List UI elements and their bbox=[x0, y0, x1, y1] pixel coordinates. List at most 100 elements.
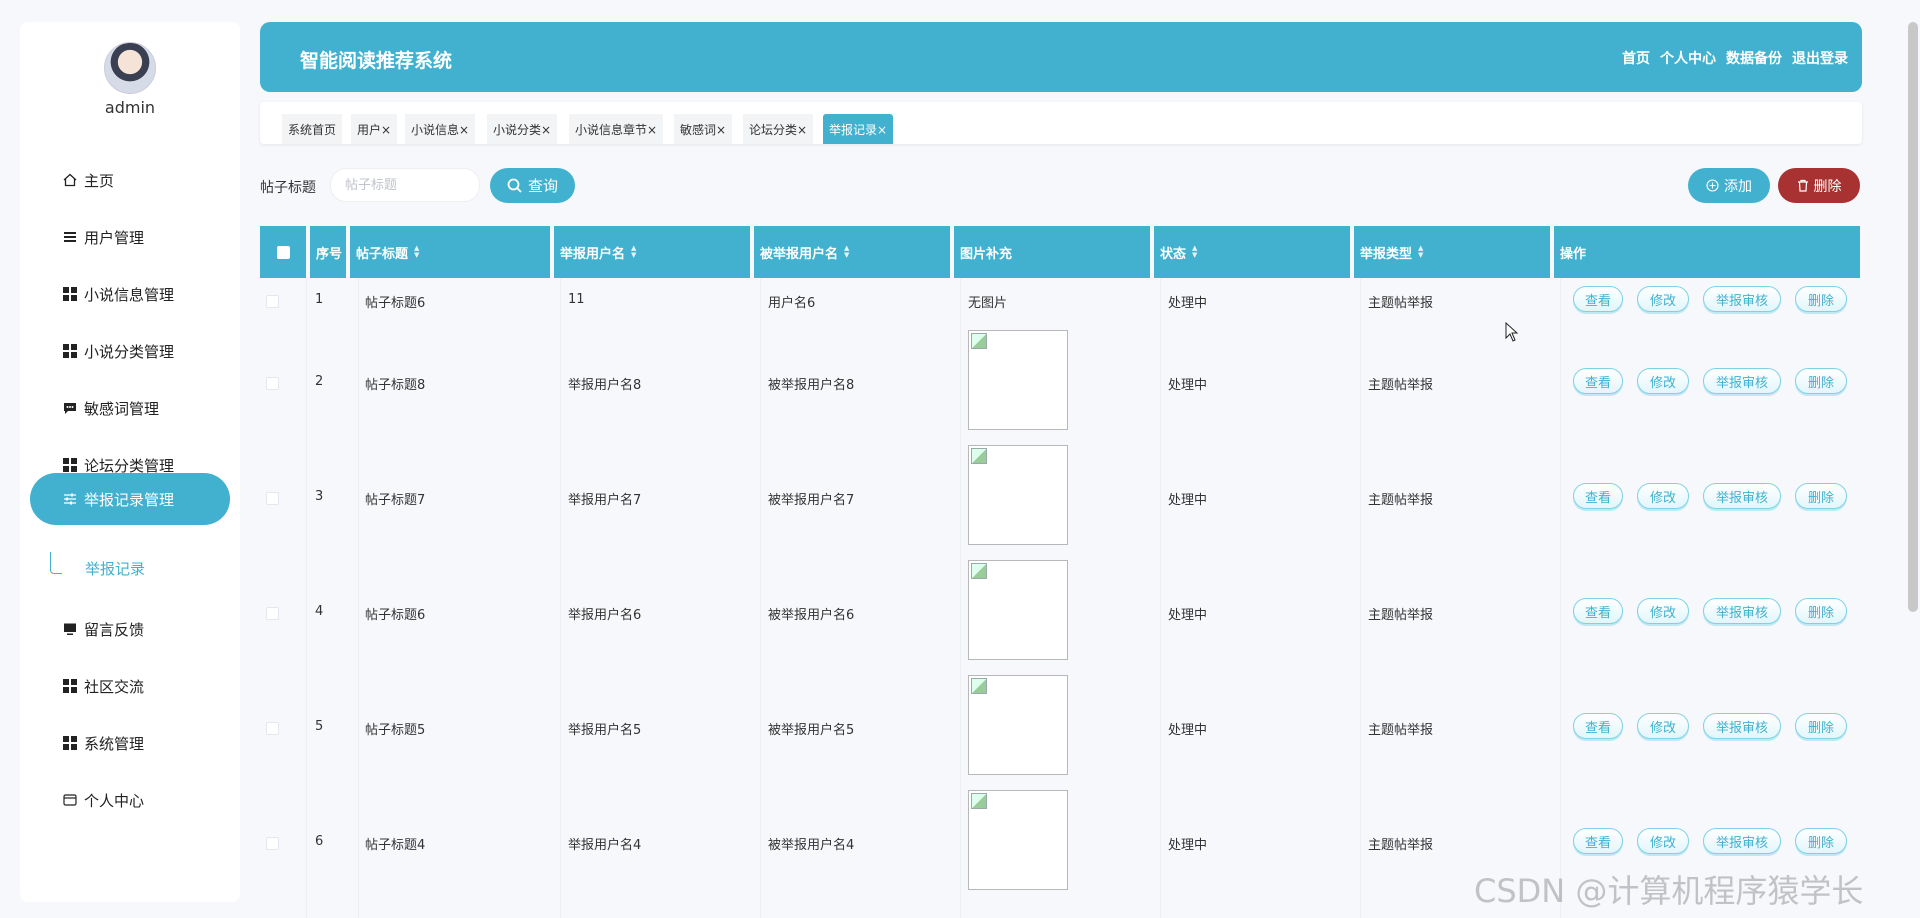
monitor-icon bbox=[62, 621, 78, 637]
column-header-image: 图片补充 bbox=[954, 226, 1150, 278]
edit-button[interactable]: 修改 bbox=[1637, 828, 1689, 854]
column-header-reporter[interactable]: 举报用户名 ▲ ▼ bbox=[554, 226, 750, 278]
header-link-profile[interactable]: 个人中心 bbox=[1660, 48, 1716, 68]
column-header-status[interactable]: 状态 ▲ ▼ bbox=[1154, 226, 1350, 278]
tab-novel-chapter[interactable]: 小说信息章节× bbox=[569, 114, 664, 144]
header-select-all[interactable] bbox=[260, 226, 306, 278]
sidebar-item-novel-category[interactable]: 小说分类管理 bbox=[30, 325, 230, 377]
row-checkbox[interactable] bbox=[266, 377, 279, 390]
edit-button[interactable]: 修改 bbox=[1637, 483, 1689, 509]
vertical-scrollbar[interactable] bbox=[1908, 22, 1918, 612]
edit-button[interactable]: 修改 bbox=[1637, 598, 1689, 624]
avatar[interactable] bbox=[104, 42, 156, 94]
row-delete-button[interactable]: 删除 bbox=[1795, 286, 1847, 312]
edit-button[interactable]: 修改 bbox=[1637, 713, 1689, 739]
sort-icon[interactable]: ▲ ▼ bbox=[1418, 245, 1423, 259]
row-delete-button[interactable]: 删除 bbox=[1795, 598, 1847, 624]
row-delete-button[interactable]: 删除 bbox=[1795, 713, 1847, 739]
row-delete-button[interactable]: 删除 bbox=[1795, 368, 1847, 394]
top-header: 智能阅读推荐系统 首页 个人中心 数据备份 退出登录 bbox=[260, 22, 1862, 92]
cell-reporter: 举报用户名7 bbox=[568, 493, 642, 508]
sidebar-item-users[interactable]: 用户管理 bbox=[30, 211, 230, 263]
broken-image-icon bbox=[968, 790, 1068, 890]
row-checkbox[interactable] bbox=[266, 837, 279, 850]
sidebar-item-system[interactable]: 系统管理 bbox=[30, 717, 230, 769]
tab-forum-category[interactable]: 论坛分类× bbox=[743, 114, 814, 144]
cell-status: 处理中 bbox=[1168, 723, 1208, 738]
tab-users[interactable]: 用户× bbox=[351, 114, 398, 144]
cell-title: 帖子标题6 bbox=[365, 608, 426, 623]
add-button-label: 添加 bbox=[1724, 178, 1752, 195]
sidebar-item-novel-info[interactable]: 小说信息管理 bbox=[30, 268, 230, 320]
search-input[interactable] bbox=[330, 168, 480, 202]
sort-icon[interactable]: ▲ ▼ bbox=[1192, 245, 1197, 259]
column-header-reported[interactable]: 被举报用户名 ▲ ▼ bbox=[754, 226, 950, 278]
review-button[interactable]: 举报审核 bbox=[1703, 483, 1781, 509]
sidebar-item-report-records[interactable]: 举报记录管理 bbox=[30, 473, 230, 525]
tab-sensitive-words[interactable]: 敏感词× bbox=[674, 114, 733, 144]
view-button[interactable]: 查看 bbox=[1573, 828, 1623, 854]
review-button[interactable]: 举报审核 bbox=[1703, 713, 1781, 739]
header-link-home[interactable]: 首页 bbox=[1622, 48, 1650, 68]
header-link-logout[interactable]: 退出登录 bbox=[1792, 48, 1848, 68]
column-header-type[interactable]: 举报类型 ▲ ▼ bbox=[1354, 226, 1550, 278]
select-all-checkbox[interactable] bbox=[276, 245, 290, 259]
card-icon bbox=[62, 792, 78, 808]
row-delete-button[interactable]: 删除 bbox=[1795, 828, 1847, 854]
cell-reporter: 举报用户名5 bbox=[568, 723, 642, 738]
header-link-backup[interactable]: 数据备份 bbox=[1726, 48, 1782, 68]
cell-no: 4 bbox=[315, 604, 324, 619]
broken-image-icon bbox=[968, 560, 1068, 660]
cell-status: 处理中 bbox=[1168, 296, 1208, 311]
tab-report-records[interactable]: 举报记录× bbox=[823, 114, 894, 144]
sidebar-subitem-report-record[interactable]: 举报记录 bbox=[85, 558, 145, 579]
column-header-title[interactable]: 帖子标题 ▲ ▼ bbox=[350, 226, 550, 278]
view-button[interactable]: 查看 bbox=[1573, 286, 1623, 312]
column-divider bbox=[760, 278, 761, 918]
sidebar-item-label: 举报记录管理 bbox=[84, 490, 175, 509]
sidebar-item-community[interactable]: 社区交流 bbox=[30, 660, 230, 712]
query-button[interactable]: 查询 bbox=[490, 168, 575, 203]
sidebar-item-feedback[interactable]: 留言反馈 bbox=[30, 603, 230, 655]
cell-reporter: 举报用户名8 bbox=[568, 378, 642, 393]
grid-icon bbox=[62, 735, 78, 751]
trash-icon bbox=[1797, 179, 1808, 192]
cell-reporter: 举报用户名4 bbox=[568, 838, 642, 853]
row-checkbox[interactable] bbox=[266, 607, 279, 620]
row-delete-button[interactable]: 删除 bbox=[1795, 483, 1847, 509]
review-button[interactable]: 举报审核 bbox=[1703, 286, 1781, 312]
sort-icon[interactable]: ▲ ▼ bbox=[414, 245, 419, 259]
sidebar-item-profile[interactable]: 个人中心 bbox=[30, 774, 230, 826]
sidebar-item-label: 个人中心 bbox=[84, 791, 145, 810]
sidebar-item-home[interactable]: 主页 bbox=[30, 154, 230, 206]
review-button[interactable]: 举报审核 bbox=[1703, 598, 1781, 624]
review-button[interactable]: 举报审核 bbox=[1703, 368, 1781, 394]
edit-button[interactable]: 修改 bbox=[1637, 286, 1689, 312]
tab-novel-category[interactable]: 小说分类× bbox=[487, 114, 558, 144]
edit-button[interactable]: 修改 bbox=[1637, 368, 1689, 394]
cell-reported: 用户名6 bbox=[768, 296, 816, 311]
view-button[interactable]: 查看 bbox=[1573, 713, 1623, 739]
row-checkbox[interactable] bbox=[266, 722, 279, 735]
table-header: 序号 帖子标题 ▲ ▼ 举报用户名 ▲ ▼ 被举报用户名 ▲ ▼ 图片补充 状态 ▲ ▼ 举报类… bbox=[260, 226, 1860, 278]
row-checkbox[interactable] bbox=[266, 295, 279, 308]
view-button[interactable]: 查看 bbox=[1573, 598, 1623, 624]
review-button[interactable]: 举报审核 bbox=[1703, 828, 1781, 854]
tab-novel-info[interactable]: 小说信息× bbox=[405, 114, 476, 144]
submenu-connector bbox=[50, 552, 62, 574]
sort-icon[interactable]: ▲ ▼ bbox=[844, 245, 849, 259]
column-header-actions: 操作 bbox=[1554, 226, 1860, 278]
row-checkbox[interactable] bbox=[266, 492, 279, 505]
sidebar-item-label: 敏感词管理 bbox=[84, 399, 160, 418]
view-button[interactable]: 查看 bbox=[1573, 368, 1623, 394]
sidebar-item-sensitive-words[interactable]: 敏感词管理 bbox=[30, 382, 230, 434]
grid-icon bbox=[62, 286, 78, 302]
view-button[interactable]: 查看 bbox=[1573, 483, 1623, 509]
delete-button[interactable]: 删除 bbox=[1778, 168, 1860, 203]
sidebar-item-label: 留言反馈 bbox=[84, 620, 145, 639]
tab-home[interactable]: 系统首页 bbox=[282, 114, 343, 144]
column-divider bbox=[560, 278, 561, 918]
sort-icon[interactable]: ▲ ▼ bbox=[631, 245, 636, 259]
add-button[interactable]: 添加 bbox=[1688, 168, 1770, 203]
cell-title: 帖子标题6 bbox=[365, 296, 426, 311]
